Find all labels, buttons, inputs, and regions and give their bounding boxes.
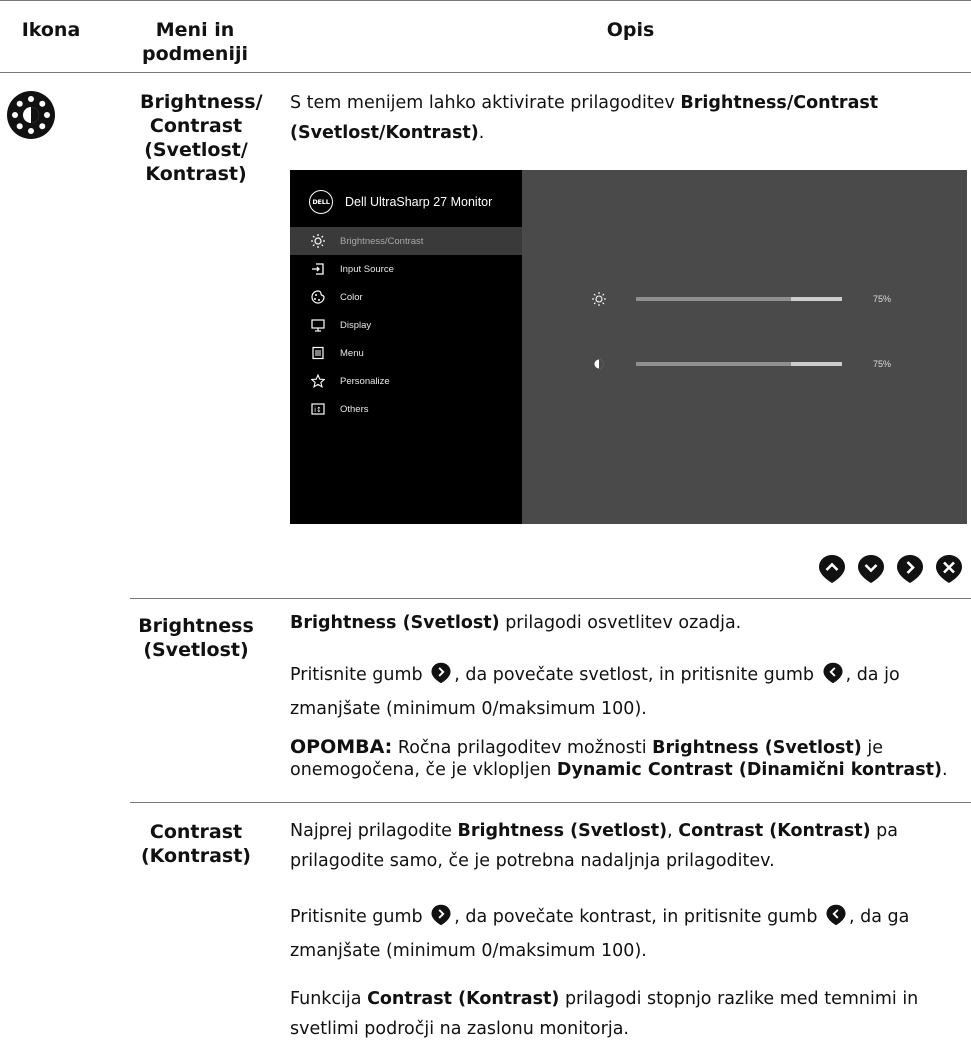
sun-icon	[310, 233, 326, 249]
contrast-term: Contrast (Kontrast)	[140, 821, 251, 867]
brightness-term: Brightness (Svetlost)	[138, 615, 254, 661]
display-icon	[310, 317, 326, 333]
osd-menu-panel: DELL Dell UltraSharp 27 Monitor Brightne…	[290, 170, 522, 524]
section-description: S tem menijem lahko aktivirate prilagodi…	[290, 93, 879, 143]
contrast-slider-icon	[593, 358, 605, 373]
contrast-rule	[130, 802, 971, 803]
header-icon: Ikona	[21, 19, 81, 41]
brightness-slider-fill	[636, 297, 791, 301]
right-button-icon	[431, 662, 451, 684]
right-button[interactable]	[895, 554, 925, 584]
menu-icon	[310, 345, 326, 361]
brightness-slider-icon	[592, 292, 606, 309]
svg-text:i↕: i↕	[314, 406, 322, 414]
left-button-icon	[823, 662, 843, 684]
contrast-paragraph-1: Najprej prilagodite Brightness (Svetlost…	[290, 821, 899, 871]
brightness-value: 75%	[873, 294, 892, 304]
star-icon	[310, 373, 326, 389]
osd-item-personalize[interactable]: Personalize	[290, 367, 522, 395]
up-button[interactable]	[817, 554, 847, 584]
left-button-icon	[826, 904, 846, 926]
osd-title-bar: DELL Dell UltraSharp 27 Monitor	[309, 190, 492, 214]
header-menu: Meni in podmeniji	[141, 19, 248, 65]
brightness-rule	[130, 598, 971, 599]
contrast-paragraph-3: Funkcija Contrast (Kontrast) prilagodi s…	[290, 989, 919, 1039]
brightness-contrast-icon	[6, 90, 56, 140]
down-button[interactable]	[856, 554, 886, 584]
osd-screenshot: DELL Dell UltraSharp 27 Monitor Brightne…	[290, 170, 967, 524]
osd-item-label: Color	[340, 291, 363, 303]
osd-item-label: Others	[340, 403, 369, 415]
brightness-line2: Pritisnite gumb , da povečate svetlost, …	[290, 658, 970, 726]
osd-item-label: Menu	[340, 347, 364, 359]
osd-item-label: Personalize	[340, 375, 390, 387]
color-icon	[310, 289, 326, 305]
section-title: Brightness/ Contrast (Svetlost/ Kontrast…	[140, 91, 263, 185]
brightness-note: OPOMBA: Ročna prilagoditev možnosti Brig…	[290, 736, 948, 780]
header-description: Opis	[606, 19, 655, 41]
close-button[interactable]	[934, 554, 964, 584]
input-source-icon	[310, 261, 326, 277]
brightness-line1: Brightness (Svetlost) prilagodi osvetlit…	[290, 613, 742, 633]
top-rule	[0, 0, 971, 1]
contrast-paragraph-2: Pritisnite gumb , da povečate kontrast, …	[290, 900, 970, 968]
contrast-value: 75%	[873, 359, 892, 369]
contrast-slider[interactable]	[636, 362, 842, 366]
right-button-icon	[431, 904, 451, 926]
osd-item-color[interactable]: Color	[290, 283, 522, 311]
dell-logo: DELL	[309, 190, 333, 214]
osd-item-menu[interactable]: Menu	[290, 339, 522, 367]
osd-item-display[interactable]: Display	[290, 311, 522, 339]
contrast-slider-fill	[636, 362, 791, 366]
osd-item-input-source[interactable]: Input Source	[290, 255, 522, 283]
osd-item-label: Brightness/Contrast	[340, 235, 424, 247]
header-rule	[0, 72, 971, 73]
osd-item-others[interactable]: i↕ Others	[290, 395, 522, 423]
osd-nav-buttons	[817, 554, 964, 584]
others-icon: i↕	[310, 401, 326, 417]
brightness-slider[interactable]	[636, 297, 842, 301]
osd-item-brightness-contrast[interactable]: Brightness/Contrast	[290, 227, 522, 255]
osd-title: Dell UltraSharp 27 Monitor	[345, 195, 493, 209]
osd-item-label: Display	[340, 319, 372, 331]
osd-item-label: Input Source	[340, 263, 394, 275]
